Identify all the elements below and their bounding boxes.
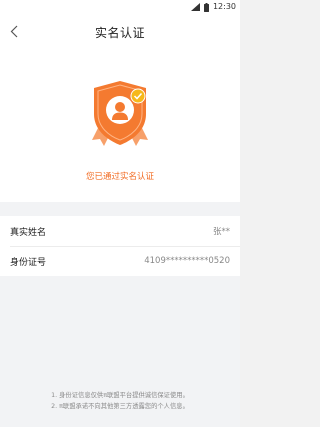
status-time: 12:30 — [212, 2, 236, 11]
id-number-label: 身份证号 — [10, 257, 47, 268]
status-bar: 12:30 — [0, 0, 240, 14]
verification-hero: 您已通过实名认证 — [0, 52, 240, 202]
identity-info-list: 真实姓名 张** 身份证号 4109**********0520 — [0, 216, 240, 276]
signal-icon — [190, 3, 200, 11]
info-row-id-number: 身份证号 4109**********0520 — [0, 246, 240, 276]
screen: 12:30 实名认证 您已通过实名认证 真实姓名 张** 身份证号 4109**… — [0, 0, 240, 427]
battery-icon — [203, 2, 209, 12]
status-icons: 12:30 — [190, 2, 236, 12]
footer-note: 1. 身份证信息仅供π联盟平台提供诚信保证使用。 — [51, 392, 189, 399]
section-divider — [0, 202, 240, 216]
verification-status-text: 您已通过实名认证 — [85, 172, 154, 182]
verified-shield-icon — [86, 78, 154, 156]
page-title: 实名认证 — [94, 26, 145, 40]
real-name-value: 张** — [212, 227, 230, 237]
footer-note: 2. π联盟承诺不向其他第三方透露您的个人信息。 — [51, 403, 189, 410]
id-number-value: 4109**********0520 — [144, 256, 230, 266]
real-name-label: 真实姓名 — [10, 227, 47, 238]
nav-bar: 实名认证 — [0, 14, 240, 52]
info-row-real-name: 真实姓名 张** — [0, 216, 240, 246]
footer-notes: 1. 身份证信息仅供π联盟平台提供诚信保证使用。 2. π联盟承诺不向其他第三方… — [0, 390, 240, 412]
